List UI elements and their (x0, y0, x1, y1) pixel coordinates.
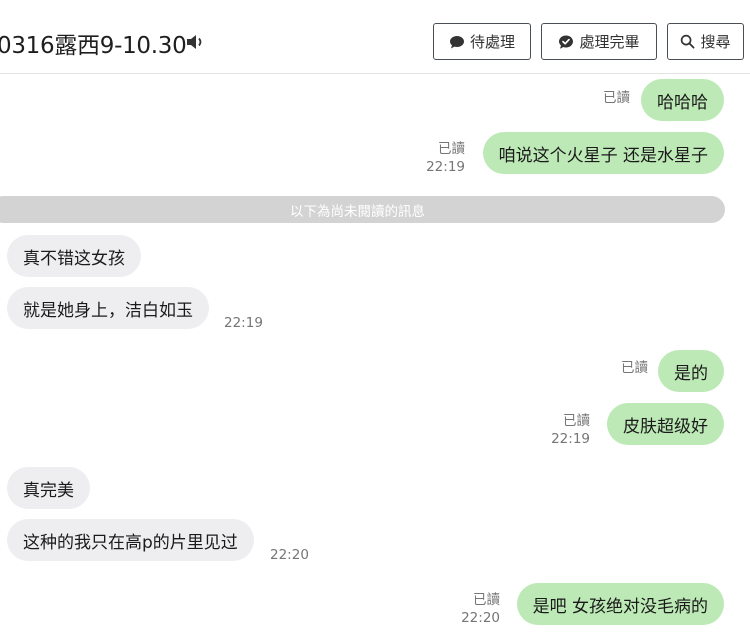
message-text: 咱说这个火星子 还是水星子 (498, 145, 708, 166)
message-bubble-incoming[interactable]: 就是她身上，洁白如玉 (7, 287, 209, 329)
chat-bubble-icon (449, 35, 464, 48)
message-meta: 已讀 22:19 (551, 412, 590, 448)
message-bubble-outgoing[interactable]: 哈哈哈 (641, 79, 724, 121)
check-bubble-icon (559, 35, 574, 49)
message-text: 这种的我只在高p的片里见过 (23, 532, 238, 553)
done-button[interactable]: 處理完畢 (541, 23, 657, 60)
read-receipt: 已讀 (563, 413, 590, 429)
speaker-icon[interactable] (185, 32, 205, 52)
message-time: 22:20 (270, 547, 309, 563)
message-time: 22:19 (224, 315, 263, 331)
message-bubble-outgoing[interactable]: 咱说这个火星子 还是水星子 (482, 132, 724, 174)
message-time: 22:20 (461, 610, 500, 626)
chat-header: 0316露西9-10.30 待處理 處理完畢 搜尋 (0, 8, 750, 74)
message-text: 真完美 (23, 480, 74, 501)
message-text: 皮肤超级好 (623, 416, 708, 437)
message-text: 是的 (674, 363, 708, 384)
message-meta: 22:20 (270, 546, 309, 564)
message-text: 真不错这女孩 (23, 248, 125, 269)
done-label: 處理完畢 (579, 33, 640, 51)
message-bubble-outgoing[interactable]: 是吧 女孩绝对没毛病的 (516, 583, 724, 625)
message-bubble-incoming[interactable]: 真完美 (7, 467, 90, 509)
message-text: 就是她身上，洁白如玉 (23, 300, 193, 321)
message-time: 22:19 (551, 431, 590, 447)
read-receipt: 已讀 (603, 90, 630, 106)
search-label: 搜尋 (700, 33, 731, 51)
pending-label: 待處理 (469, 33, 515, 51)
message-bubble-outgoing[interactable]: 是的 (658, 350, 724, 392)
message-bubble-outgoing[interactable]: 皮肤超级好 (607, 403, 724, 445)
message-meta: 已讀 22:19 (426, 140, 465, 176)
message-bubble-incoming[interactable]: 真不错这女孩 (7, 235, 141, 277)
read-receipt: 已讀 (621, 360, 648, 376)
message-meta: 22:19 (224, 314, 263, 332)
message-text: 哈哈哈 (657, 92, 708, 113)
message-meta: 已讀 (621, 359, 648, 377)
message-meta: 已讀 22:20 (461, 591, 500, 627)
unread-divider: 以下為尚未閱讀的訊息 (0, 196, 725, 223)
pending-button[interactable]: 待處理 (433, 23, 531, 60)
chat-title: 0316露西9-10.30 (0, 33, 187, 59)
read-receipt: 已讀 (438, 141, 465, 157)
message-bubble-incoming[interactable]: 这种的我只在高p的片里见过 (7, 519, 254, 561)
search-icon (681, 34, 695, 49)
read-receipt: 已讀 (473, 592, 500, 608)
message-text: 是吧 女孩绝对没毛病的 (532, 596, 708, 617)
message-meta: 已讀 (603, 89, 630, 107)
search-button[interactable]: 搜尋 (667, 23, 744, 60)
message-list[interactable]: 已讀 哈哈哈 已讀 22:19 咱说这个火星子 还是水星子 以下為尚未閱讀的訊息… (0, 75, 750, 642)
message-time: 22:19 (426, 159, 465, 175)
